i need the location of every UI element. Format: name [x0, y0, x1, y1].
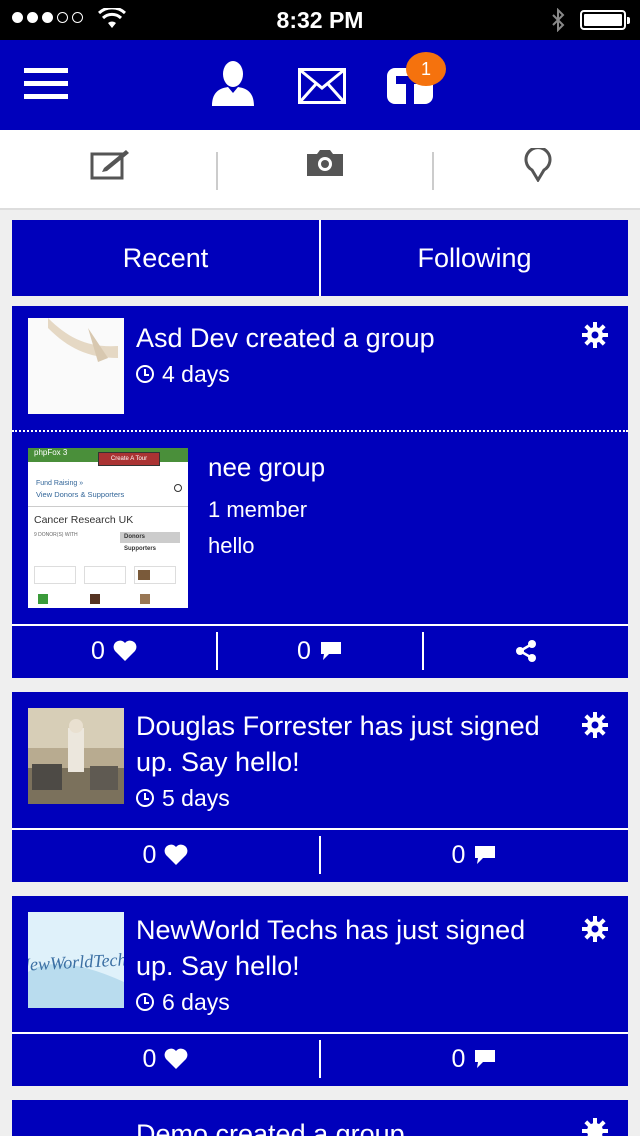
gear-icon[interactable] [582, 712, 608, 738]
clock-icon [136, 993, 154, 1011]
mail-icon[interactable] [298, 68, 346, 104]
group-name[interactable]: nee group [208, 452, 325, 483]
share-button[interactable] [422, 632, 628, 670]
preview-tab-supporters: Supporters [124, 546, 157, 552]
battery-icon [580, 10, 630, 30]
comment-count: 0 [297, 636, 311, 665]
preview-button: Create A Tour [98, 452, 160, 466]
top-navbar: 1 [0, 40, 640, 130]
feed-item: Demo created a group [12, 1100, 628, 1136]
like-button[interactable]: 0 [12, 626, 216, 676]
preview-tab-donors: Donors [120, 532, 180, 543]
heart-icon [113, 640, 137, 661]
feed-item-title[interactable]: NewWorld Techs has just signed up. Say h… [136, 912, 566, 984]
like-count: 0 [142, 840, 157, 869]
heart-icon [165, 1048, 188, 1069]
feed-item-actions: 0 0 [12, 828, 628, 880]
status-time: 8:32 PM [276, 7, 364, 33]
avatar[interactable]: NewWorldTechs [28, 912, 124, 1008]
clock-icon [136, 789, 154, 807]
feed-item-title[interactable]: Demo created a group [136, 1116, 566, 1136]
bluetooth-icon [552, 8, 565, 32]
divider [12, 430, 628, 432]
preview-caption: 9 DONOR(S) WITH [34, 532, 78, 538]
feed-item: NewWorldTechs NewWorld Techs has just si… [12, 896, 628, 1086]
comment-icon [320, 642, 341, 660]
comment-icon [475, 1050, 496, 1068]
avatar[interactable] [28, 708, 124, 804]
comment-button[interactable]: 0 [319, 836, 628, 874]
like-button[interactable]: 0 [12, 1034, 319, 1084]
preview-breadcrumb: Fund Raising » [36, 480, 84, 487]
divider [216, 152, 218, 190]
comment-count: 0 [451, 1044, 466, 1073]
like-button[interactable]: 0 [12, 830, 319, 880]
comment-icon [475, 846, 496, 864]
preview-title: Cancer Research UK [34, 514, 134, 526]
like-count: 0 [142, 1044, 157, 1073]
feed-item: Douglas Forrester has just signed up. Sa… [12, 692, 628, 882]
timestamp: 6 days [162, 989, 230, 1015]
like-count: 0 [91, 636, 105, 665]
group-member-count: 1 member [208, 497, 308, 522]
preview-search-icon [174, 484, 182, 492]
avatar[interactable] [28, 318, 124, 414]
status-bar: 8:32 PM [0, 0, 640, 40]
feed-item-title[interactable]: Douglas Forrester has just signed up. Sa… [136, 708, 566, 780]
divider [432, 152, 434, 190]
feed-item-actions: 0 0 [12, 1032, 628, 1084]
preview-link: View Donors & Supporters [36, 490, 125, 499]
profile-icon[interactable] [210, 60, 256, 106]
tab-recent[interactable]: Recent [12, 220, 319, 296]
clock-icon [136, 365, 154, 383]
menu-icon[interactable] [24, 68, 68, 100]
group-preview-image[interactable]: phpFox 3 Create A Tour Fund Raising » Vi… [28, 448, 188, 608]
gear-icon[interactable] [582, 322, 608, 348]
feed-item-title[interactable]: Asd Dev created a group [136, 320, 566, 356]
feed-item-actions: 0 0 [12, 624, 628, 676]
share-icon [516, 640, 536, 662]
notification-badge: 1 [406, 52, 446, 86]
gear-icon[interactable] [582, 916, 608, 942]
location-pin-icon[interactable] [524, 148, 552, 182]
comment-button[interactable]: 0 [319, 1040, 628, 1078]
comment-count: 0 [451, 840, 466, 869]
camera-icon[interactable] [305, 148, 345, 178]
heart-icon [165, 844, 188, 865]
compose-icon[interactable] [90, 148, 130, 180]
timestamp: 4 days [162, 361, 230, 387]
feed-tabs: Recent Following [12, 220, 628, 296]
comment-button[interactable]: 0 [216, 632, 422, 670]
gear-icon[interactable] [582, 1118, 608, 1136]
avatar-logo-image: NewWorldTechs [28, 912, 124, 1008]
timestamp: 5 days [162, 785, 230, 811]
feed-item: Asd Dev created a group 4 days phpFox 3 … [12, 306, 628, 678]
group-description: hello [208, 533, 255, 558]
action-bar [0, 130, 640, 210]
tab-following[interactable]: Following [319, 220, 628, 296]
